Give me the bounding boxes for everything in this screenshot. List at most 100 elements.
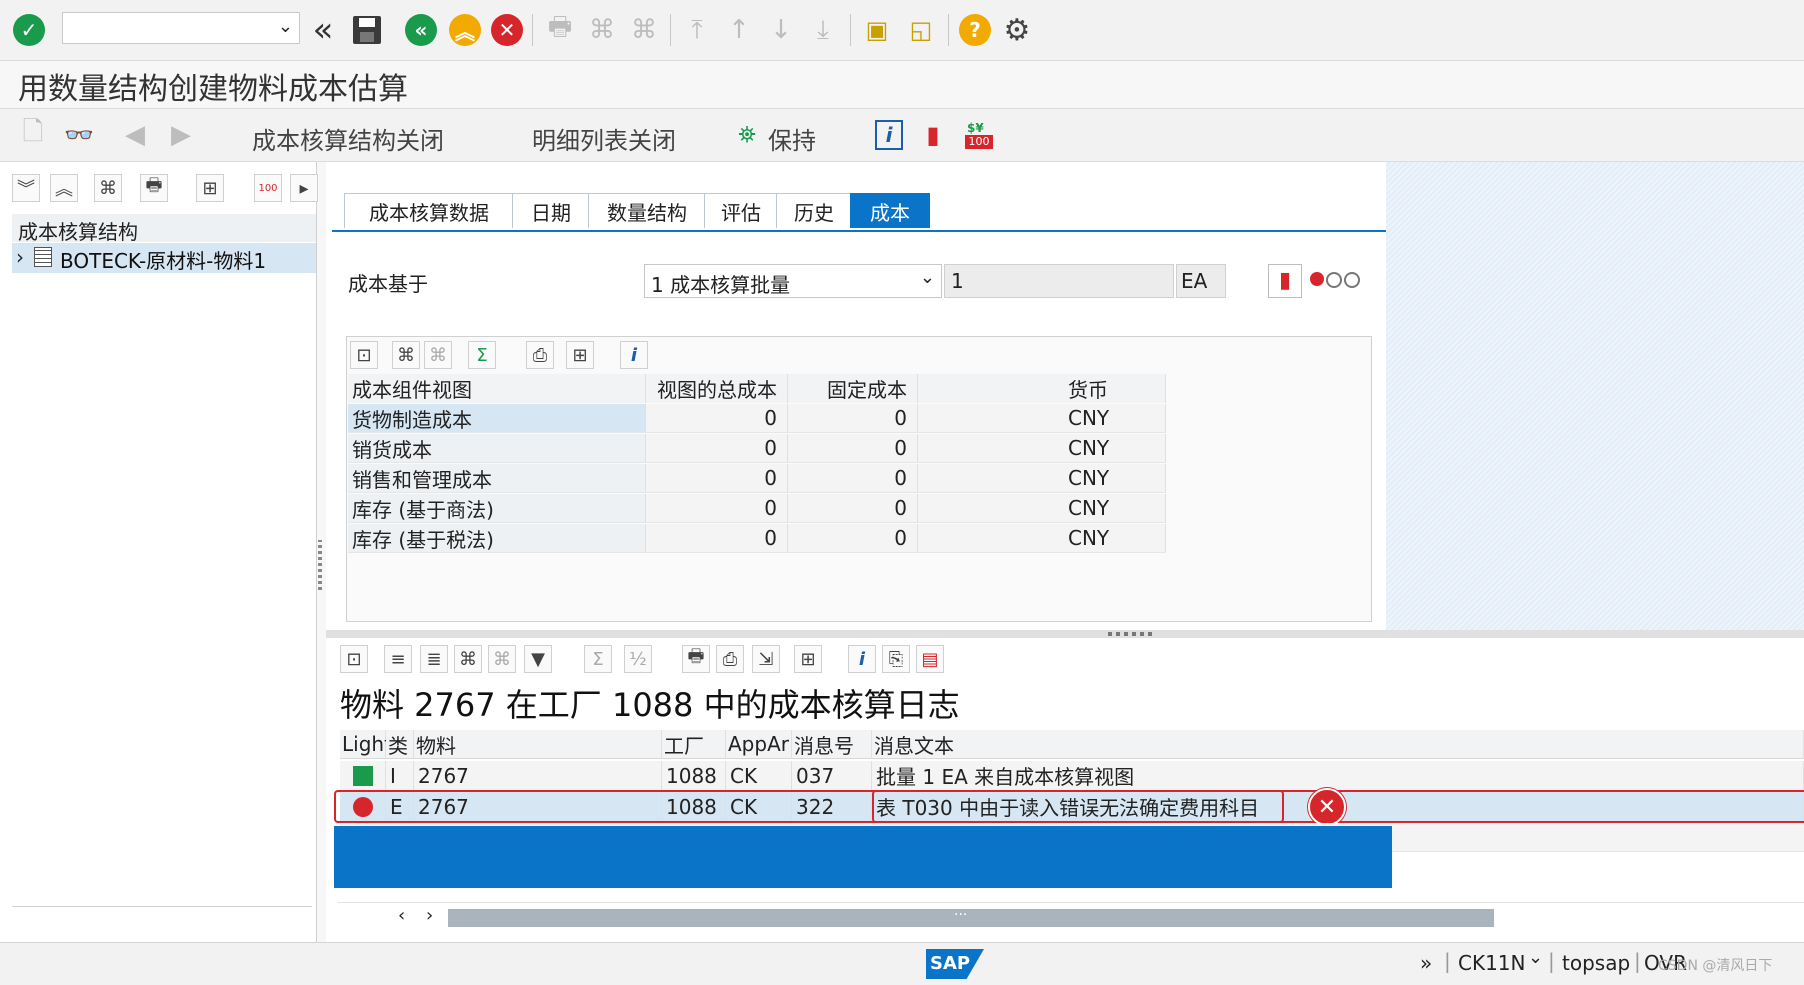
log-cell-plant[interactable]: 1088 [662,761,726,790]
print-icon[interactable]: 🖶 [682,645,710,673]
log-messages-icon[interactable]: ▮ [916,118,950,152]
find-binoculars-icon[interactable]: ⌘ [454,645,482,673]
cost-cell: CNY [1064,404,1166,433]
collapse-all-icon[interactable]: ︽ [50,174,78,202]
generate-shortcut-icon[interactable]: ◱ [904,13,938,47]
layout-icon[interactable]: ⊞ [196,174,224,202]
costs-icon[interactable]: 100 [254,174,282,202]
log-cell-msgno[interactable]: 037 [792,761,872,790]
cost-cell: 0 [646,494,788,523]
create-session-icon[interactable]: ▣ [860,13,894,47]
scrollbar-thumb[interactable]: ... [448,903,1494,927]
status-watermark: CSDN @清风日下 [1658,958,1773,974]
help-icon[interactable]: ? [958,13,992,47]
info-icon[interactable]: i [848,645,876,673]
scroll-left-icon[interactable]: ‹ [398,905,405,926]
chevron-down-icon[interactable]: ⌄ [278,16,293,37]
cost-component-name[interactable]: 销货成本 [348,434,646,463]
print-icon[interactable]: 🖶 [140,174,168,202]
info-icon[interactable]: i [620,341,648,369]
tree-root-item[interactable]: › BOTECK-原材料-物料1 [12,243,316,273]
tab-history[interactable]: 历史 [776,193,852,228]
basis-qty-field[interactable]: 1 [944,264,1174,298]
tab-label: 日期 [531,200,571,225]
tab-costs[interactable]: 成本 [850,193,930,228]
last-page-icon: ⤓ [817,14,829,45]
cost-component-name[interactable]: 库存 (基于税法) [348,524,646,553]
details-icon[interactable]: ⊡ [350,341,378,369]
more-icon[interactable]: ▸ [290,174,318,202]
tab-dates[interactable]: 日期 [512,193,590,228]
technical-info-icon[interactable]: ⎘ [882,645,910,673]
hold-button[interactable]: 保持 [768,121,816,156]
back-icon[interactable]: « [404,13,438,47]
cost-component-name[interactable]: 货物制造成本 [348,404,646,433]
horizontal-scrollbar[interactable]: ‹ › ... [338,902,1804,929]
double-left-arrow-icon[interactable]: « [306,10,340,50]
chevron-down-icon[interactable]: ⌄ [920,267,935,288]
print-preview-icon[interactable]: ⎙ [716,645,744,673]
basis-qty-value: 1 [951,269,964,293]
log-cell-material[interactable]: 2767 [414,761,662,790]
layout-icon[interactable]: ⊞ [794,645,822,673]
command-field[interactable]: ⌄ [62,12,300,44]
filter-icon[interactable]: ▼ [524,645,552,673]
basis-unit-value: EA [1181,269,1208,293]
cost-cell: 0 [646,434,788,463]
log-column-header: 物料 [414,730,662,759]
cost-grid-toolbar: ⊡ ⌘ ⌘ Σ ⎙ ⊞ i [348,338,1368,372]
log-button-icon[interactable]: ▮ [1268,264,1302,298]
cost-cell: 0 [788,434,918,463]
status-expand-icon[interactable]: » [1420,951,1432,975]
info-icon[interactable]: i [872,118,906,152]
previous-page-icon: ↑ [728,15,750,45]
horizontal-splitter[interactable] [326,630,1804,638]
application-toolbar: 🗋 👓 ◀ ▶ 成本核算结构关闭 明细列表关闭 ⛯ 保持 i ▮ $¥ 100 [0,108,1804,162]
find-binoculars-icon[interactable]: ⌘ [94,174,122,202]
long-text-icon[interactable]: ▤ [916,645,944,673]
new-document-icon: 🗋 [22,117,44,147]
sort-descending-icon[interactable]: ≣ [420,645,448,673]
expand-all-icon[interactable]: ︾ [12,174,40,202]
basis-unit-field[interactable]: EA [1176,264,1226,298]
basis-select[interactable]: 1 成本核算批量 ⌄ [644,264,942,298]
chevron-right-icon[interactable]: › [16,245,24,269]
subtotal-icon: ½ [624,645,652,673]
export-icon[interactable]: ⇲ [752,645,780,673]
hold-icon[interactable]: ⛯ [730,118,764,152]
cost-component-name[interactable]: 销售和管理成本 [348,464,646,493]
tab-costing-data[interactable]: 成本核算数据 [344,193,514,228]
find-binoculars-icon[interactable]: ⌘ [392,341,420,369]
log-toolbar: ⊡ ≡ ≣ ⌘ ⌘ ▼ Σ ½ 🖶 ⎙ ⇲ ⊞ i ⎘ ▤ [338,642,1138,676]
save-icon[interactable] [350,13,384,47]
column-header: 成本组件视图 [348,374,646,403]
sort-ascending-icon[interactable]: ≡ [384,645,412,673]
log-cell-text[interactable]: 批量 1 EA 来自成本核算视图 [872,761,1804,790]
details-icon[interactable]: ⊡ [340,645,368,673]
display-glasses-icon[interactable]: 👓 [62,118,96,152]
costs-icon[interactable]: $¥ 100 [962,118,996,152]
tab-valuation[interactable]: 评估 [704,193,778,228]
costing-structure-close-button[interactable]: 成本核算结构关闭 [252,121,444,156]
tab-quantity-structure[interactable]: 数量结构 [588,193,706,228]
cost-component-name[interactable]: 库存 (基于商法) [348,494,646,523]
exit-icon[interactable]: ︽ [448,13,482,47]
cancel-icon[interactable]: ✕ [490,13,524,47]
system-toolbar: ✓ ⌄ « « ︽ ✕ 🖶 ⌘ ⌘ ⤒ ↑ ↓ ⤓ ▣ ◱ ? ⚙ [0,0,1804,61]
detail-list-close-button[interactable]: 明细列表关闭 [532,121,676,156]
find-icon: ⌘ [589,15,615,45]
sum-icon[interactable]: Σ [468,341,496,369]
print-preview-icon[interactable]: ⎙ [526,341,554,369]
log-column-header: Light [340,730,392,759]
column-header: 视图的总成本 [646,374,788,403]
log-cell-type[interactable]: I [386,761,414,790]
tree-root-label: BOTECK-原材料-物料1 [60,249,267,273]
log-cell-appar[interactable]: CK [726,761,792,790]
cost-cell: CNY [1064,494,1166,523]
settings-gear-icon[interactable]: ⚙ [1000,13,1034,48]
enter-checkmark-icon[interactable]: ✓ [12,13,46,47]
chevron-down-icon[interactable]: ⌄ [1528,947,1543,968]
scroll-right-icon[interactable]: › [426,905,433,926]
layout-icon[interactable]: ⊞ [566,341,594,369]
splitter-handle[interactable] [318,540,322,590]
